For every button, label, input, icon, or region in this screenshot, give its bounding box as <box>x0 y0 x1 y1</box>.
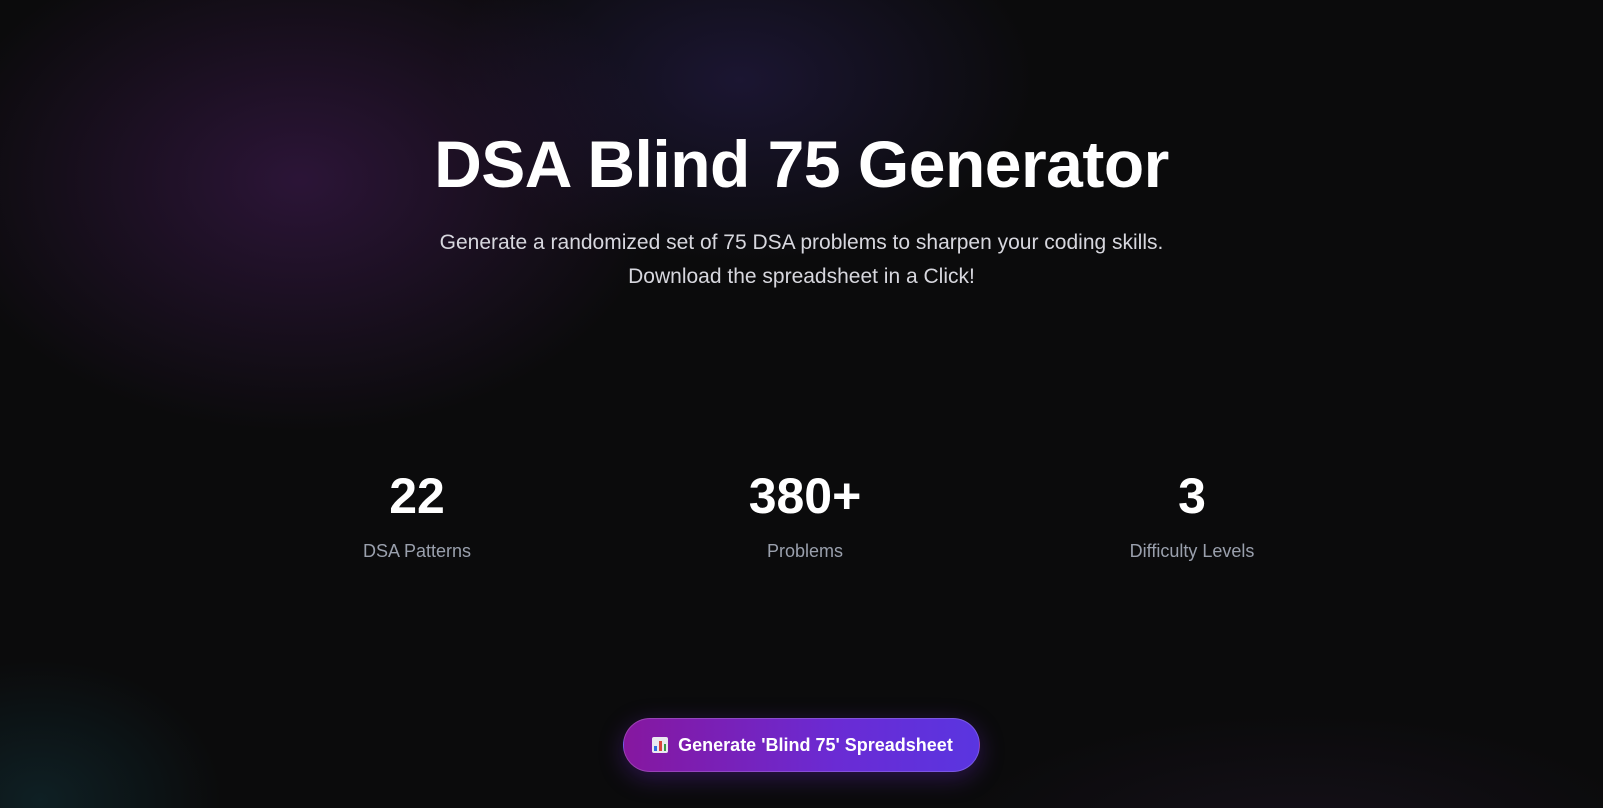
stat-label: Difficulty Levels <box>1129 541 1255 561</box>
stat-difficulty-levels: 3 Difficulty Levels <box>1062 466 1322 562</box>
hero-section: DSA Blind 75 Generator Generate a random… <box>0 124 1603 294</box>
stat-value: 22 <box>389 468 445 524</box>
stat-label: DSA Patterns <box>362 541 472 561</box>
page-title: DSA Blind 75 Generator <box>434 127 1169 201</box>
subtitle-line-2: Download the spreadsheet in a Click! <box>628 265 975 288</box>
subtitle-line-1: Generate a randomized set of 75 DSA prob… <box>439 231 1164 254</box>
stat-value: 380+ <box>748 468 862 524</box>
generate-spreadsheet-button[interactable]: Generate 'Blind 75' Spreadsheet <box>623 718 980 772</box>
generate-spreadsheet-label: Generate 'Blind 75' Spreadsheet <box>678 734 953 755</box>
stat-dsa-patterns: 22 DSA Patterns <box>287 466 547 562</box>
stat-label: Problems <box>766 541 844 561</box>
stat-problems: 380+ Problems <box>675 466 935 562</box>
page-subtitle: Generate a randomized set of 75 DSA prob… <box>0 226 1603 294</box>
page: DSA Blind 75 Generator Generate a random… <box>0 0 1603 808</box>
bar-chart-icon <box>652 737 669 753</box>
stat-value: 3 <box>1178 468 1206 524</box>
stats-row: 22 DSA Patterns 380+ Problems 3 Difficul… <box>0 466 1603 576</box>
cta-container: Generate 'Blind 75' Spreadsheet <box>0 718 1603 772</box>
